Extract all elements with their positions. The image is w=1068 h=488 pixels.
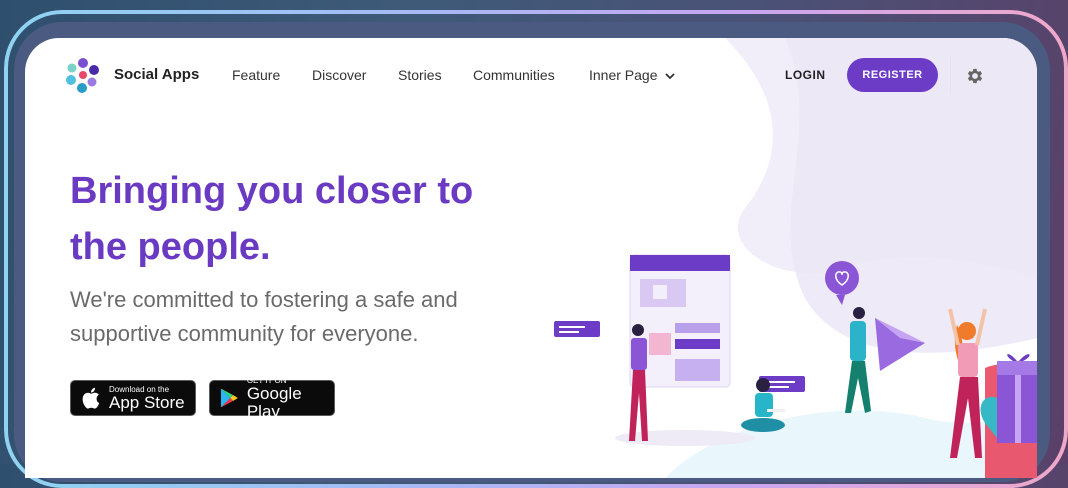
- nav-item-feature[interactable]: Feature: [232, 67, 280, 83]
- nav-divider: [950, 56, 951, 94]
- nav-item-discover[interactable]: Discover: [312, 67, 366, 83]
- google-play-icon: [220, 388, 238, 408]
- app-screen: Social Apps Feature Discover Stories Com…: [25, 38, 1037, 478]
- google-play-button[interactable]: GET IT ON Google Play: [209, 376, 335, 420]
- apple-icon: [82, 387, 100, 409]
- brand-name[interactable]: Social Apps: [114, 66, 199, 83]
- hero-subtitle-line-1: We're committed to fostering a safe and: [70, 287, 458, 312]
- app-store-big-text: App Store: [109, 392, 185, 412]
- hero-title: Bringing you closer to the people.: [70, 163, 530, 275]
- register-button[interactable]: REGISTER: [847, 58, 938, 92]
- app-store-button[interactable]: Download on the App Store: [70, 380, 196, 416]
- chevron-down-icon: [665, 73, 676, 80]
- nav-item-stories[interactable]: Stories: [398, 67, 442, 83]
- login-button[interactable]: LOGIN: [785, 68, 826, 82]
- hero-subtitle: We're committed to fostering a safe and …: [70, 283, 540, 351]
- hero-subtitle-line-2: supportive community for everyone.: [70, 321, 419, 346]
- gear-icon[interactable]: [965, 66, 985, 86]
- hero-title-line-2: the people.: [70, 226, 271, 268]
- nav-item-inner-page-label: Inner Page: [589, 67, 658, 83]
- hero-title-line-1: Bringing you closer to: [70, 170, 474, 212]
- flower-logo-icon[interactable]: [63, 55, 103, 95]
- nav-item-inner-page[interactable]: Inner Page: [589, 67, 676, 83]
- hero-illustration: [554, 254, 1037, 458]
- google-play-big-text: Google Play: [246, 383, 302, 421]
- top-navigation: Social Apps Feature Discover Stories Com…: [25, 38, 1037, 112]
- nav-item-communities[interactable]: Communities: [473, 67, 555, 83]
